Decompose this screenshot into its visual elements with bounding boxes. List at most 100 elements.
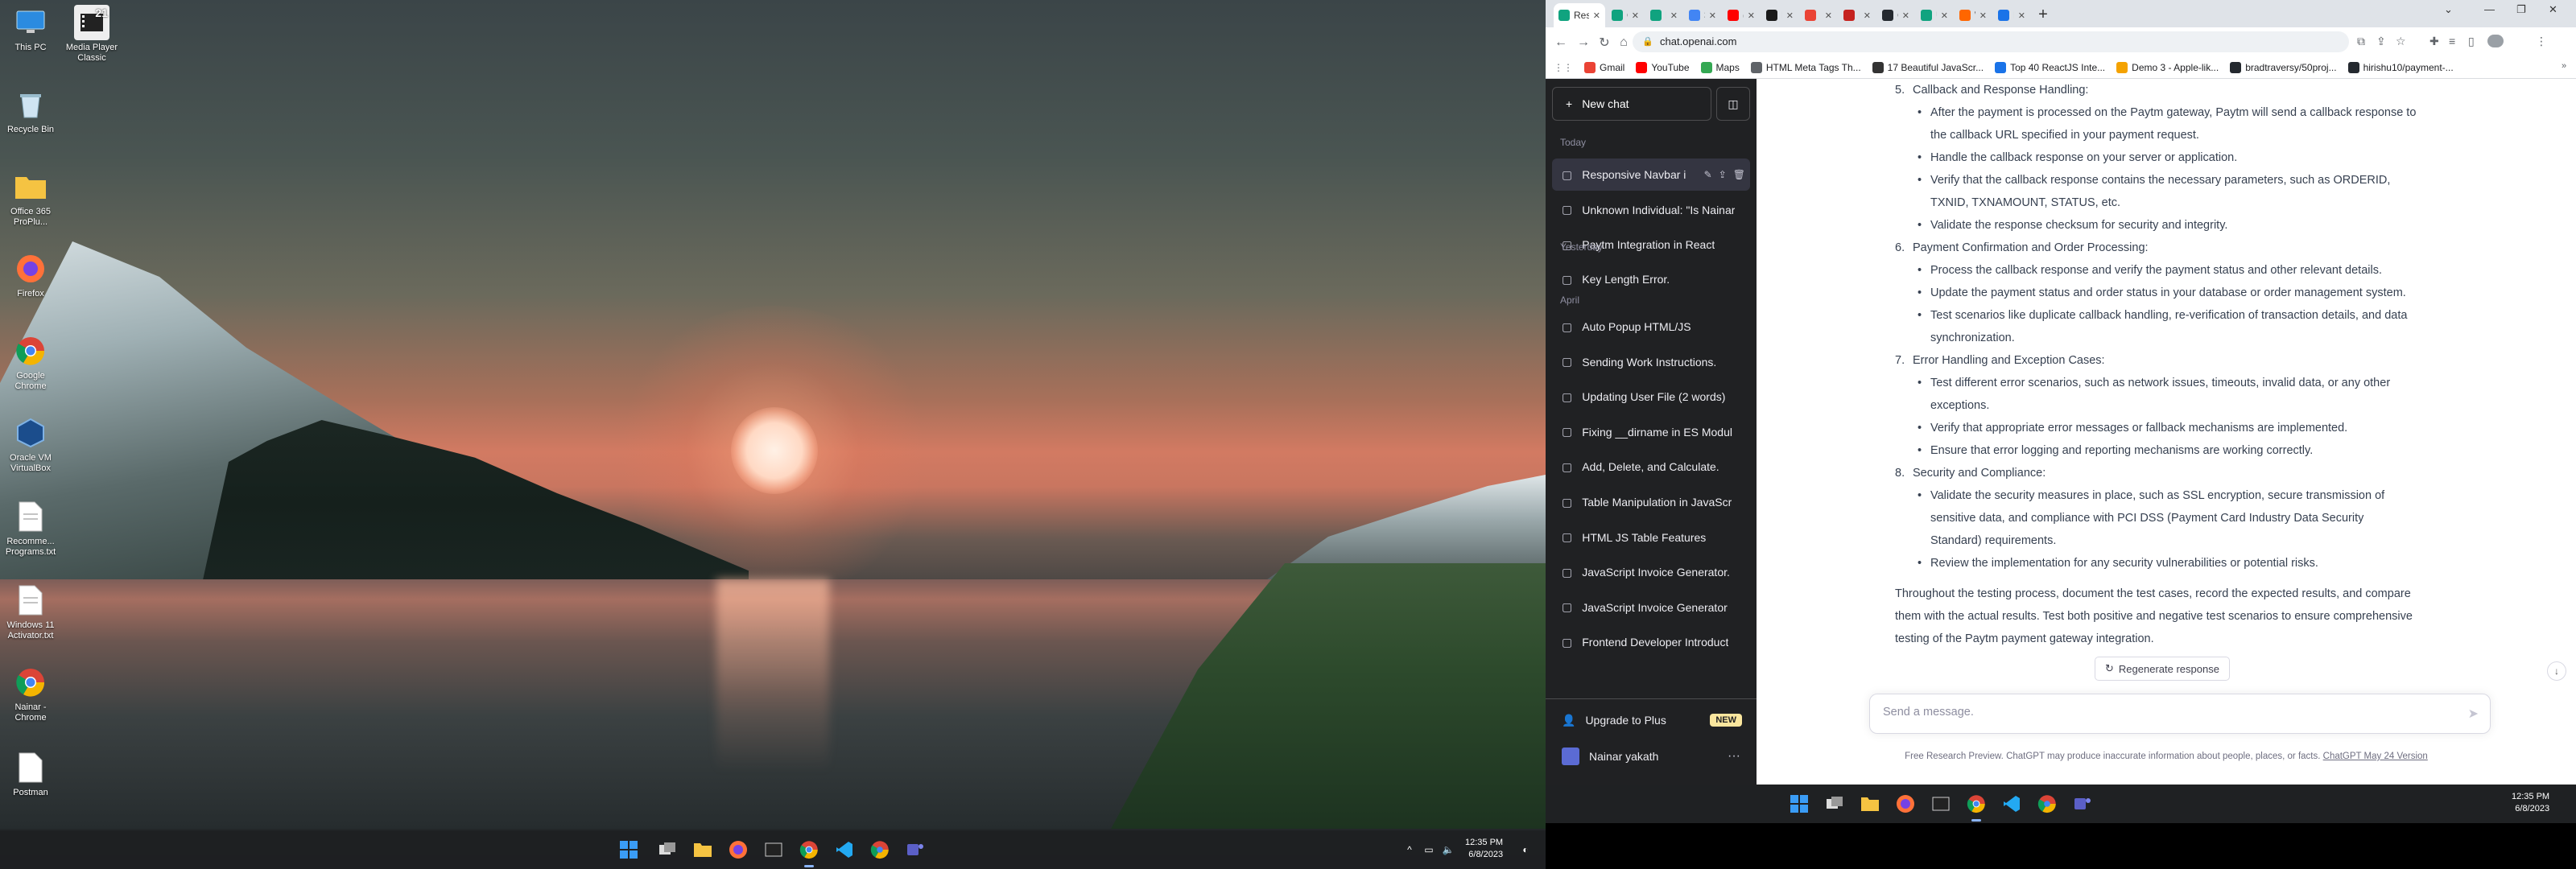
sidebar-toggle-icon[interactable]: ◫ — [1716, 87, 1750, 121]
desktop-icon-postman[interactable]: Postman — [0, 750, 61, 798]
bookmark-item[interactable]: Top 40 ReactJS Inte... — [1995, 61, 2105, 73]
desktop-icon-office[interactable]: Office 365 ProPlu... — [0, 169, 61, 228]
desktop-icon-recommended-programs[interactable]: Recomme... Programs.txt — [0, 499, 61, 558]
send-icon[interactable]: ➤ — [2468, 706, 2479, 722]
desktop-icon-media-player[interactable]: 21 Media Player Classic — [61, 5, 122, 64]
conversation-item[interactable]: ▢ Updating User File (2 words) — [1552, 381, 1750, 413]
bookmark-item[interactable]: HTML Meta Tags Th... — [1750, 61, 1861, 73]
windows-start-icon[interactable] — [1787, 792, 1811, 816]
media-player-icon[interactable] — [1929, 792, 1953, 816]
tab-close-icon[interactable]: ✕ — [2018, 10, 2025, 21]
tab-close-icon[interactable]: ✕ — [1825, 10, 1832, 21]
browser-tab[interactable]: Inbo ✕ — [1800, 3, 1837, 27]
clock-left[interactable]: 12:35 PM 6/8/2023 — [1465, 837, 1503, 861]
tab-close-icon[interactable]: ✕ — [1632, 10, 1639, 21]
browser-tab[interactable]: Payt✕ — [1645, 3, 1682, 27]
desktop-icon-nainar-chrome[interactable]: Nainar - Chrome — [0, 665, 61, 723]
firefox-icon[interactable] — [1893, 792, 1918, 816]
regenerate-response-button[interactable]: ↻ Regenerate response — [2095, 657, 2230, 681]
windows-start-icon[interactable] — [617, 838, 641, 862]
tab-close-icon[interactable]: ✕ — [1979, 10, 1987, 21]
chrome-profile-icon[interactable] — [868, 838, 892, 862]
sidepanel-icon[interactable]: ▯ — [2468, 35, 2475, 48]
browser-tab[interactable]: Do ✕ — [1993, 3, 2030, 27]
share-icon[interactable]: ⇪ — [2376, 35, 2386, 48]
teams-icon[interactable] — [903, 838, 927, 862]
forward-icon[interactable]: → — [1575, 34, 1592, 51]
chrome-profile-icon[interactable] — [2035, 792, 2059, 816]
reading-list-icon[interactable]: ≡ — [2449, 35, 2455, 47]
browser-tab[interactable]: Res ✕ — [1554, 3, 1605, 27]
browser-tab[interactable]: 30 - ✕ — [1684, 3, 1721, 27]
conversation-item[interactable]: ▢ Auto Popup HTML/JS — [1552, 311, 1750, 343]
desktop-icon-virtualbox[interactable]: Oracle VM VirtualBox — [0, 415, 61, 474]
new-tab-button[interactable]: + — [2032, 3, 2054, 26]
firefox-icon[interactable] — [726, 838, 750, 862]
clock-right[interactable]: 12:35 PM 6/8/2023 — [2512, 791, 2549, 815]
tab-close-icon[interactable]: ✕ — [1748, 10, 1755, 21]
desktop-icon-this-pc[interactable]: This PC — [0, 5, 61, 53]
browser-tab[interactable]: Unit ✕ — [1916, 3, 1953, 27]
browser-tab[interactable]: Wh✕ — [1955, 3, 1992, 27]
scroll-to-bottom-button[interactable]: ↓ — [2547, 661, 2566, 681]
bookmark-item[interactable]: YouTube — [1636, 61, 1690, 73]
reload-icon[interactable]: ↻ — [1596, 34, 1613, 51]
tab-close-icon[interactable]: ✕ — [1941, 10, 1948, 21]
edit-icon[interactable]: ✎ — [1704, 169, 1712, 180]
minimize-icon[interactable]: — — [2484, 3, 2495, 15]
browser-tab[interactable]: GPT ✕ — [1877, 3, 1914, 27]
browser-tab[interactable]: Cha ✕ — [1607, 3, 1644, 27]
upgrade-to-plus-button[interactable]: 👤 Upgrade to Plus NEW — [1552, 704, 1750, 736]
open-in-app-icon[interactable]: ⧉ — [2357, 35, 2365, 48]
media-player-icon[interactable] — [762, 838, 786, 862]
extensions-icon[interactable]: ✚ — [2429, 35, 2439, 48]
address-bar[interactable]: 🔒 chat.openai.com — [1633, 31, 2349, 52]
bookmark-item[interactable]: Demo 3 - Apple-lik... — [2116, 61, 2219, 73]
tab-search-icon[interactable]: ⌄ — [2444, 3, 2453, 16]
desktop-icon-chrome[interactable]: Google Chrome — [0, 333, 61, 392]
bookmarks-overflow-icon[interactable]: » — [2562, 61, 2566, 71]
profile-avatar[interactable] — [2487, 35, 2504, 47]
bookmark-item[interactable]: hirishu10/payment-... — [2347, 61, 2454, 73]
bookmark-item[interactable]: 17 Beautiful JavaScr... — [1872, 61, 1984, 73]
vscode-icon[interactable] — [2000, 792, 2024, 816]
conversation-item[interactable]: ▢ Unknown Individual: "Is Nainar — [1552, 194, 1750, 226]
file-explorer-icon[interactable] — [691, 838, 715, 862]
conversation-item[interactable]: ▢ Add, Delete, and Calculate. — [1552, 451, 1750, 483]
tab-close-icon[interactable]: ✕ — [1864, 10, 1871, 21]
browser-tab[interactable]: Ema ✕ — [1839, 3, 1876, 27]
tab-close-icon[interactable]: ✕ — [1670, 10, 1678, 21]
new-chat-button[interactable]: + New chat — [1552, 87, 1711, 121]
apps-grid-icon[interactable]: ⋮⋮ — [1554, 62, 1573, 73]
tab-close-icon[interactable]: ✕ — [1709, 10, 1716, 21]
message-input[interactable] — [1883, 706, 2446, 719]
browser-tab[interactable]: (2) - ✕ — [1723, 3, 1760, 27]
browser-tab[interactable]: Rea ✕ — [1761, 3, 1798, 27]
conversation-item[interactable]: ▢ Fixing __dirname in ES Modul — [1552, 416, 1750, 448]
tab-close-icon[interactable]: ✕ — [1786, 10, 1794, 21]
user-menu-button[interactable]: Nainar yakath ··· — [1552, 739, 1750, 774]
close-icon[interactable]: ✕ — [2549, 3, 2557, 16]
desktop-icon-firefox[interactable]: Firefox — [0, 251, 61, 299]
version-link[interactable]: ChatGPT May 24 Version — [2323, 752, 2428, 761]
conversation-item[interactable]: ▢ Frontend Developer Introduct — [1552, 626, 1750, 658]
conversation-item[interactable]: ▢ HTML JS Table Features — [1552, 521, 1750, 554]
bookmark-star-icon[interactable]: ☆ — [2396, 35, 2406, 48]
conversation-item[interactable]: ▢ JavaScript Invoice Generator — [1552, 591, 1750, 624]
conversation-item[interactable]: ▢ Responsive Navbar i ✎ ⇪ 🗑 — [1552, 159, 1750, 191]
chrome-icon[interactable] — [797, 838, 821, 867]
task-view-icon[interactable] — [655, 838, 679, 862]
conversation-item[interactable]: ▢ JavaScript Invoice Generator. — [1552, 556, 1750, 588]
delete-icon[interactable]: 🗑 — [1733, 169, 1745, 180]
conversation-item[interactable]: ▢ Table Manipulation in JavaScr — [1552, 486, 1750, 518]
file-explorer-icon[interactable] — [1858, 792, 1882, 816]
bookmark-item[interactable]: bradtraversy/50proj... — [2230, 61, 2337, 73]
desktop-icon-windows-activator[interactable]: Windows 11 Activator.txt — [0, 583, 61, 641]
home-icon[interactable]: ⌂ — [1615, 34, 1633, 51]
chrome-icon[interactable] — [1964, 792, 1988, 822]
menu-dots-icon[interactable]: ⋮ — [2536, 35, 2547, 48]
volume-icon[interactable]: 🔈 — [1436, 838, 1460, 862]
tab-close-icon[interactable]: ✕ — [1902, 10, 1909, 21]
bookmark-item[interactable]: Maps — [1700, 61, 1740, 73]
notifications-icon[interactable]: ◐ — [1513, 838, 1538, 862]
